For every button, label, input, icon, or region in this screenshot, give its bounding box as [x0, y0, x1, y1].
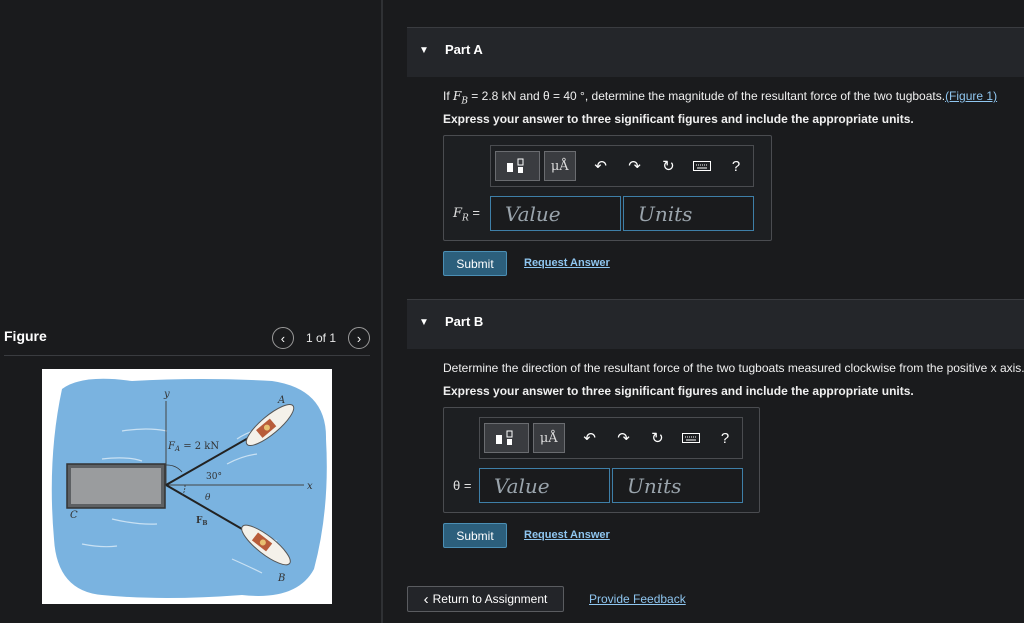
point-c-label: C: [70, 510, 78, 521]
figure-panel: Figure ‹ 1 of 1 › y x A B C FA = 2 kN 30…: [0, 0, 382, 623]
value-input[interactable]: Value: [490, 196, 621, 231]
part-a-instruction: Express your answer to three significant…: [443, 112, 914, 126]
boat-b-label: B: [277, 573, 285, 584]
part-a-request-answer-link[interactable]: Request Answer: [524, 257, 610, 269]
units-button[interactable]: μÅ: [532, 423, 565, 453]
units-input[interactable]: Units: [623, 196, 754, 231]
fraction-icon: [496, 430, 513, 445]
part-b-instruction: Express your answer to three significant…: [443, 384, 914, 398]
value-input[interactable]: Value: [479, 468, 610, 503]
part-b-answer-box: μÅ ↶ ↷ ↻ ? θ = Value Units: [443, 407, 760, 513]
reset-icon[interactable]: ↻: [651, 157, 685, 175]
barge-deck: [71, 468, 161, 504]
part-b-toolbar: μÅ ↶ ↷ ↻ ?: [479, 417, 743, 459]
keyboard-icon[interactable]: [674, 433, 708, 443]
undo-icon[interactable]: ↶: [573, 429, 607, 447]
provide-feedback-link[interactable]: Provide Feedback: [589, 592, 686, 606]
redo-icon[interactable]: ↷: [618, 157, 652, 175]
theta-field-label: θ =: [453, 478, 472, 493]
part-b-question: Determine the direction of the resultant…: [443, 361, 1024, 375]
tugboat-diagram: y x A B C FA = 2 kN 30° θ FB: [51, 378, 327, 598]
fr-label: FR =: [453, 205, 481, 224]
tugboat-figure: y x A B C FA = 2 kN 30° θ FB: [42, 369, 332, 604]
units-button[interactable]: μÅ: [543, 151, 576, 181]
chevron-left-icon: ‹: [423, 590, 429, 608]
figure-title: Figure: [4, 328, 47, 344]
undo-icon[interactable]: ↶: [584, 157, 618, 175]
part-a-submit-button[interactable]: Submit: [443, 251, 507, 276]
keyboard-icon[interactable]: [685, 161, 719, 171]
return-to-assignment-button[interactable]: ‹ Return to Assignment: [407, 586, 564, 612]
fraction-icon: [507, 158, 524, 173]
prev-figure-button[interactable]: ‹: [271, 327, 294, 349]
templates-button[interactable]: [484, 423, 529, 453]
help-icon[interactable]: ?: [719, 158, 753, 175]
next-figure-button[interactable]: ›: [348, 327, 370, 349]
question-panel: ▼ Part A If FB = 2.8 kN and θ = 40 °, de…: [383, 0, 1024, 623]
x-axis-label: x: [307, 481, 313, 492]
templates-button[interactable]: [495, 151, 540, 181]
part-a-toolbar: μÅ ↶ ↷ ↻ ?: [490, 145, 754, 187]
part-a-answer-box: μÅ ↶ ↷ ↻ ? FR = Value Units: [443, 135, 772, 241]
figure-divider: [4, 355, 370, 356]
redo-icon[interactable]: ↷: [607, 429, 641, 447]
boat-a-label: A: [277, 395, 285, 406]
part-b-header[interactable]: ▼ Part B: [407, 299, 1024, 349]
collapse-triangle-icon: ▼: [419, 45, 429, 56]
part-b-request-answer-link[interactable]: Request Answer: [524, 529, 610, 541]
theta-label: θ: [205, 493, 211, 503]
units-symbol-icon: μÅ: [539, 430, 558, 446]
help-icon[interactable]: ?: [708, 430, 742, 447]
figure-navigation: ‹ 1 of 1 ›: [271, 327, 370, 349]
part-b-submit-button[interactable]: Submit: [443, 523, 507, 548]
figure-link[interactable]: (Figure 1): [945, 89, 997, 103]
chevron-left-icon: ‹: [280, 330, 286, 346]
collapse-triangle-icon: ▼: [419, 317, 429, 328]
chevron-right-icon: ›: [356, 330, 362, 346]
angle-30-label: 30°: [206, 472, 222, 482]
figure-counter: 1 of 1: [305, 331, 336, 345]
part-a-title: Part A: [445, 42, 483, 57]
units-input[interactable]: Units: [612, 468, 743, 503]
part-a-header[interactable]: ▼ Part A: [407, 27, 1024, 77]
part-a-question: If FB = 2.8 kN and θ = 40 °, determine t…: [443, 89, 998, 107]
units-symbol-icon: μÅ: [550, 158, 569, 174]
part-b-title: Part B: [445, 314, 484, 329]
reset-icon[interactable]: ↻: [640, 429, 674, 447]
force-a-label: FA = 2 kN: [167, 441, 219, 453]
y-axis-label: y: [163, 389, 170, 400]
